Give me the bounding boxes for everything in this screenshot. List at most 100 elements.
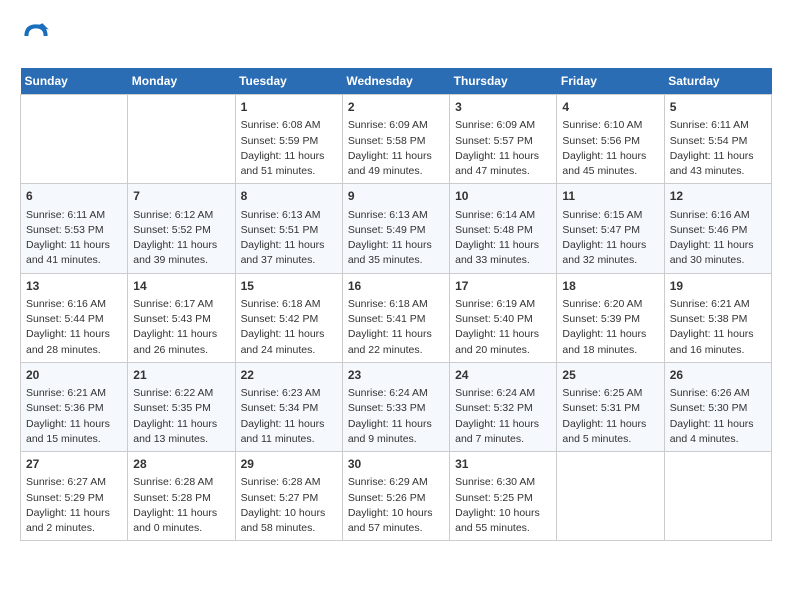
weekday-header-row: SundayMondayTuesdayWednesdayThursdayFrid…: [21, 68, 772, 95]
weekday-header-saturday: Saturday: [664, 68, 771, 95]
calendar-cell: 13 Sunrise: 6:16 AM Sunset: 5:44 PM Dayl…: [21, 273, 128, 362]
daylight-text: Daylight: 11 hours and 26 minutes.: [133, 327, 229, 357]
sunrise-text: Sunrise: 6:21 AM: [26, 386, 122, 401]
calendar-week-3: 13 Sunrise: 6:16 AM Sunset: 5:44 PM Dayl…: [21, 273, 772, 362]
day-number: 25: [562, 367, 658, 384]
day-number: 6: [26, 188, 122, 205]
sunrise-text: Sunrise: 6:25 AM: [562, 386, 658, 401]
calendar-cell: 9 Sunrise: 6:13 AM Sunset: 5:49 PM Dayli…: [342, 184, 449, 273]
sunrise-text: Sunrise: 6:24 AM: [455, 386, 551, 401]
calendar-cell: 15 Sunrise: 6:18 AM Sunset: 5:42 PM Dayl…: [235, 273, 342, 362]
sunset-text: Sunset: 5:35 PM: [133, 401, 229, 416]
day-number: 3: [455, 99, 551, 116]
day-number: 20: [26, 367, 122, 384]
sunrise-text: Sunrise: 6:21 AM: [670, 297, 766, 312]
sunrise-text: Sunrise: 6:16 AM: [670, 208, 766, 223]
sunrise-text: Sunrise: 6:16 AM: [26, 297, 122, 312]
sunset-text: Sunset: 5:26 PM: [348, 491, 444, 506]
sunrise-text: Sunrise: 6:30 AM: [455, 475, 551, 490]
sunrise-text: Sunrise: 6:13 AM: [241, 208, 337, 223]
calendar-cell: 3 Sunrise: 6:09 AM Sunset: 5:57 PM Dayli…: [450, 95, 557, 184]
sunset-text: Sunset: 5:56 PM: [562, 134, 658, 149]
calendar-cell: 11 Sunrise: 6:15 AM Sunset: 5:47 PM Dayl…: [557, 184, 664, 273]
sunrise-text: Sunrise: 6:14 AM: [455, 208, 551, 223]
calendar-cell: 18 Sunrise: 6:20 AM Sunset: 5:39 PM Dayl…: [557, 273, 664, 362]
sunset-text: Sunset: 5:28 PM: [133, 491, 229, 506]
day-number: 29: [241, 456, 337, 473]
day-number: 7: [133, 188, 229, 205]
sunrise-text: Sunrise: 6:28 AM: [133, 475, 229, 490]
day-number: 27: [26, 456, 122, 473]
daylight-text: Daylight: 11 hours and 5 minutes.: [562, 417, 658, 447]
sunset-text: Sunset: 5:34 PM: [241, 401, 337, 416]
day-number: 9: [348, 188, 444, 205]
daylight-text: Daylight: 11 hours and 39 minutes.: [133, 238, 229, 268]
day-number: 14: [133, 278, 229, 295]
calendar-cell: 5 Sunrise: 6:11 AM Sunset: 5:54 PM Dayli…: [664, 95, 771, 184]
day-number: 10: [455, 188, 551, 205]
sunset-text: Sunset: 5:27 PM: [241, 491, 337, 506]
weekday-header-tuesday: Tuesday: [235, 68, 342, 95]
daylight-text: Daylight: 11 hours and 47 minutes.: [455, 149, 551, 179]
sunset-text: Sunset: 5:49 PM: [348, 223, 444, 238]
sunrise-text: Sunrise: 6:09 AM: [348, 118, 444, 133]
calendar-cell: 12 Sunrise: 6:16 AM Sunset: 5:46 PM Dayl…: [664, 184, 771, 273]
calendar-cell: 10 Sunrise: 6:14 AM Sunset: 5:48 PM Dayl…: [450, 184, 557, 273]
daylight-text: Daylight: 11 hours and 20 minutes.: [455, 327, 551, 357]
calendar-cell: 21 Sunrise: 6:22 AM Sunset: 5:35 PM Dayl…: [128, 362, 235, 451]
sunrise-text: Sunrise: 6:10 AM: [562, 118, 658, 133]
calendar-cell: 6 Sunrise: 6:11 AM Sunset: 5:53 PM Dayli…: [21, 184, 128, 273]
daylight-text: Daylight: 11 hours and 4 minutes.: [670, 417, 766, 447]
page-header: [20, 20, 772, 52]
daylight-text: Daylight: 11 hours and 43 minutes.: [670, 149, 766, 179]
calendar-cell: 26 Sunrise: 6:26 AM Sunset: 5:30 PM Dayl…: [664, 362, 771, 451]
weekday-header-monday: Monday: [128, 68, 235, 95]
sunset-text: Sunset: 5:25 PM: [455, 491, 551, 506]
day-number: 8: [241, 188, 337, 205]
daylight-text: Daylight: 11 hours and 16 minutes.: [670, 327, 766, 357]
calendar-cell: 7 Sunrise: 6:12 AM Sunset: 5:52 PM Dayli…: [128, 184, 235, 273]
sunrise-text: Sunrise: 6:26 AM: [670, 386, 766, 401]
daylight-text: Daylight: 11 hours and 24 minutes.: [241, 327, 337, 357]
calendar-cell: [21, 95, 128, 184]
sunrise-text: Sunrise: 6:27 AM: [26, 475, 122, 490]
sunset-text: Sunset: 5:47 PM: [562, 223, 658, 238]
calendar-cell: 25 Sunrise: 6:25 AM Sunset: 5:31 PM Dayl…: [557, 362, 664, 451]
sunset-text: Sunset: 5:39 PM: [562, 312, 658, 327]
daylight-text: Daylight: 11 hours and 9 minutes.: [348, 417, 444, 447]
day-number: 21: [133, 367, 229, 384]
sunrise-text: Sunrise: 6:13 AM: [348, 208, 444, 223]
calendar-cell: 24 Sunrise: 6:24 AM Sunset: 5:32 PM Dayl…: [450, 362, 557, 451]
sunset-text: Sunset: 5:46 PM: [670, 223, 766, 238]
calendar-cell: 20 Sunrise: 6:21 AM Sunset: 5:36 PM Dayl…: [21, 362, 128, 451]
day-number: 15: [241, 278, 337, 295]
sunrise-text: Sunrise: 6:18 AM: [348, 297, 444, 312]
weekday-header-friday: Friday: [557, 68, 664, 95]
weekday-header-wednesday: Wednesday: [342, 68, 449, 95]
day-number: 5: [670, 99, 766, 116]
sunset-text: Sunset: 5:41 PM: [348, 312, 444, 327]
sunrise-text: Sunrise: 6:09 AM: [455, 118, 551, 133]
calendar-cell: 16 Sunrise: 6:18 AM Sunset: 5:41 PM Dayl…: [342, 273, 449, 362]
calendar-cell: [128, 95, 235, 184]
day-number: 22: [241, 367, 337, 384]
daylight-text: Daylight: 10 hours and 58 minutes.: [241, 506, 337, 536]
calendar-cell: [557, 452, 664, 541]
sunset-text: Sunset: 5:44 PM: [26, 312, 122, 327]
sunset-text: Sunset: 5:48 PM: [455, 223, 551, 238]
calendar-week-1: 1 Sunrise: 6:08 AM Sunset: 5:59 PM Dayli…: [21, 95, 772, 184]
daylight-text: Daylight: 11 hours and 7 minutes.: [455, 417, 551, 447]
day-number: 31: [455, 456, 551, 473]
calendar-week-5: 27 Sunrise: 6:27 AM Sunset: 5:29 PM Dayl…: [21, 452, 772, 541]
daylight-text: Daylight: 11 hours and 2 minutes.: [26, 506, 122, 536]
day-number: 26: [670, 367, 766, 384]
day-number: 11: [562, 188, 658, 205]
daylight-text: Daylight: 11 hours and 32 minutes.: [562, 238, 658, 268]
weekday-header-sunday: Sunday: [21, 68, 128, 95]
calendar-cell: [664, 452, 771, 541]
daylight-text: Daylight: 11 hours and 51 minutes.: [241, 149, 337, 179]
daylight-text: Daylight: 11 hours and 30 minutes.: [670, 238, 766, 268]
logo: [20, 20, 56, 52]
sunset-text: Sunset: 5:43 PM: [133, 312, 229, 327]
calendar-cell: 27 Sunrise: 6:27 AM Sunset: 5:29 PM Dayl…: [21, 452, 128, 541]
